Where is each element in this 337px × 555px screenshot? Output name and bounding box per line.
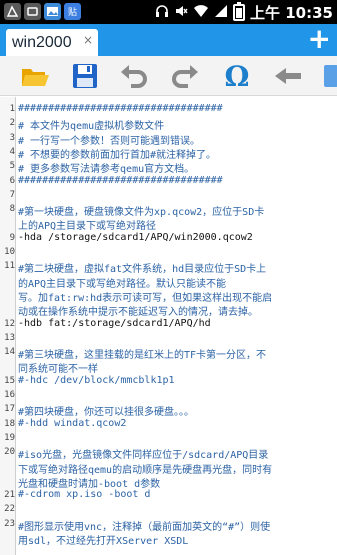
- code-line[interactable]: # 本文件为qemu虚拟机参数文件: [18, 117, 336, 132]
- code-line[interactable]: #第一块硬盘，硬盘镜像文件为xp.qcow2，应位于SD卡: [18, 203, 336, 218]
- code-line[interactable]: 下或写绝对路径qemu的启动顺序是先硬盘再光盘，同时有: [18, 461, 336, 476]
- line-number: 13: [4, 332, 15, 343]
- undo-icon[interactable]: [117, 59, 151, 93]
- app-icon: 贴: [64, 3, 81, 20]
- open-folder-icon[interactable]: [18, 59, 52, 93]
- code-line[interactable]: 用sdl，不过经先打开XServer XSDL: [18, 532, 336, 547]
- code-line[interactable]: 的APQ主目录下或写绝对路径。默认只能读不能: [18, 275, 336, 290]
- signal-icon: [214, 4, 228, 22]
- status-time: 上午 10:35: [250, 4, 333, 22]
- line-number: 21: [4, 490, 15, 501]
- notification-icon: [24, 3, 41, 20]
- code-line[interactable]: #-hdc /dev/block/mmcblk1p1: [18, 375, 336, 386]
- line-number: 18: [4, 418, 15, 429]
- line-number: 4: [9, 146, 15, 157]
- code-line[interactable]: 动或在操作系统中提示不能延迟写入的情况，请去掉。: [18, 303, 336, 318]
- line-number: 14: [4, 347, 15, 358]
- line-number: 9: [9, 232, 15, 243]
- add-tab-button[interactable]: +: [308, 24, 331, 54]
- code-line[interactable]: ##################################: [18, 103, 336, 114]
- line-number: 12: [4, 318, 15, 329]
- line-number: 16: [4, 390, 15, 400]
- omega-glyph: Ω: [224, 59, 250, 93]
- line-number: 17: [4, 404, 15, 415]
- usb-debug-icon: [4, 3, 21, 20]
- line-number: 3: [9, 132, 15, 143]
- battery-icon: [233, 2, 246, 21]
- line-number: 20: [4, 447, 15, 458]
- code-line[interactable]: #第四块硬盘，你还可以挂很多硬盘。。。: [18, 403, 336, 418]
- line-number: 22: [4, 504, 15, 515]
- code-line[interactable]: # 不想要的参数前面加行首加#就注释掉了。: [18, 146, 336, 161]
- redo-icon[interactable]: [168, 59, 202, 93]
- code-line[interactable]: #第二块硬盘，虚拟fat文件系统，hd目录应位于SD卡上: [18, 260, 336, 275]
- line-number: 5: [9, 161, 15, 172]
- code-line[interactable]: #-hdd windat.qcow2: [18, 418, 336, 429]
- code-line[interactable]: # 一行写一个参数！否则可能遇到错误。: [18, 132, 336, 147]
- code-line[interactable]: -hdb fat:/storage/sdcard1/APQ/hd: [18, 318, 336, 329]
- line-number: 2: [9, 118, 15, 129]
- status-left-icons: 贴: [4, 3, 81, 20]
- toolbar: Ω: [0, 56, 337, 96]
- code-line[interactable]: #iso光盘，光盘镜像文件同样应位于/sdcard/APQ目录: [18, 446, 336, 461]
- special-chars-icon[interactable]: Ω: [220, 59, 254, 93]
- line-number: 8: [9, 204, 15, 215]
- mute-icon: [174, 4, 188, 22]
- code-line[interactable]: 光盘和硬盘时请加-boot d参数: [18, 475, 336, 490]
- status-right-icons: 上午 10:35: [155, 2, 333, 23]
- line-number: 7: [9, 189, 15, 200]
- code-editor[interactable]: 1 2 3 4 5 6 7 8 9 10 11 12 13 14 15 16 17 18 19 20 21 22 23 ##…: [0, 97, 337, 555]
- code-line[interactable]: #图形显示使用vnc，注释掉（最前面加英文的“#”）则使: [18, 518, 336, 533]
- line-number: 15: [4, 375, 15, 386]
- line-number: 1: [9, 104, 15, 114]
- save-icon[interactable]: [68, 59, 102, 93]
- code-line[interactable]: ##################################: [18, 175, 336, 186]
- line-number: 19: [4, 432, 15, 443]
- code-line[interactable]: # 更多参数写法请参考qemu官方文档。: [18, 160, 336, 175]
- code-line[interactable]: #第三块硬盘，这里挂载的是红米上的TF卡第一分区，不: [18, 346, 336, 361]
- status-bar: 贴 上午 10:35: [0, 0, 337, 24]
- code-line[interactable]: 写。加fat:rw:hd表示可读可写，但如果这样出现不能启: [18, 289, 336, 304]
- close-tab-icon[interactable]: ×: [83, 33, 93, 47]
- line-number: 23: [4, 518, 15, 529]
- line-number-gutter: 1 2 3 4 5 6 7 8 9 10 11 12 13 14 15 16 17 18 19 20 21 22 23: [0, 97, 16, 555]
- code-line[interactable]: #-cdrom xp.iso -boot d: [18, 489, 336, 500]
- headphones-icon: [155, 4, 169, 22]
- line-number: 11: [4, 261, 15, 272]
- more-toolbar-icon[interactable]: [318, 59, 337, 93]
- code-line[interactable]: -hda /storage/sdcard1/APQ/win2000.qcow2: [18, 232, 336, 243]
- line-number: 10: [4, 247, 15, 257]
- line-number: 6: [9, 175, 15, 186]
- gallery-icon: [44, 3, 61, 20]
- wifi-icon: [193, 4, 209, 22]
- app-icon-text: 贴: [67, 8, 77, 18]
- code-line[interactable]: 同系统可能不一样: [18, 360, 336, 375]
- back-arrow-icon[interactable]: [271, 59, 305, 93]
- tab-bar: win2000 × +: [0, 24, 337, 56]
- code-line[interactable]: 上的APQ主目录下或写绝对路径: [18, 217, 336, 232]
- tab-win2000[interactable]: win2000 ×: [6, 29, 98, 56]
- tab-label: win2000: [12, 33, 72, 51]
